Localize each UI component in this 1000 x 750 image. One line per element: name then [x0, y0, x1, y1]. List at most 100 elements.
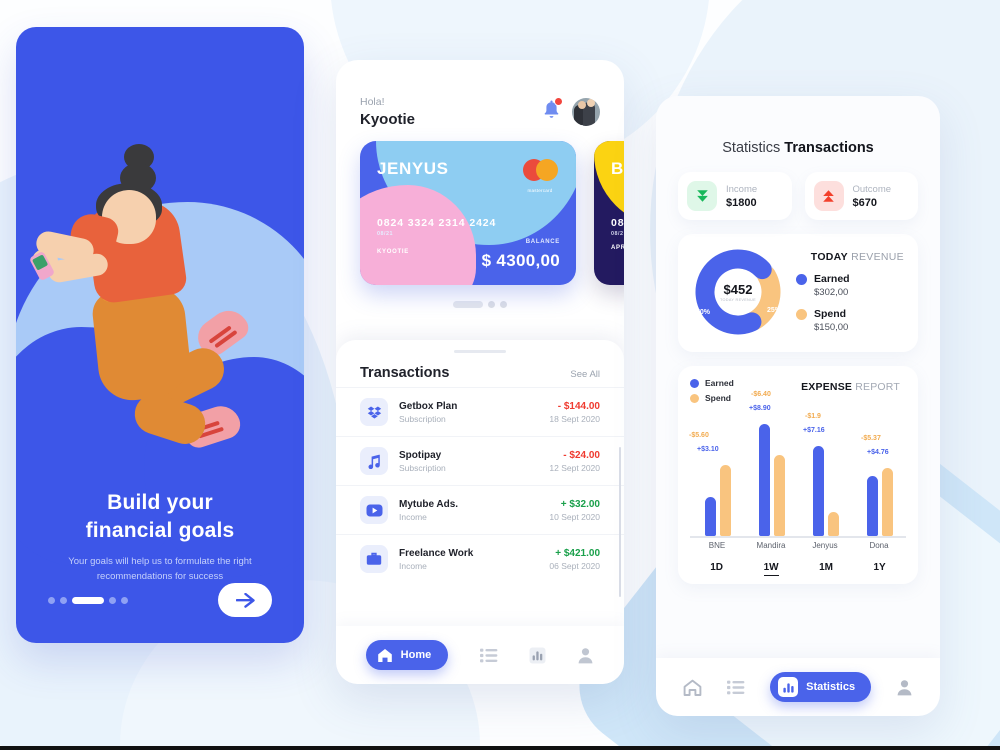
nav-item-list[interactable]	[726, 680, 745, 695]
card-balance-value: $ 4300,00	[481, 251, 560, 270]
table-row[interactable]: Mytube Ads. Income + $32.00 10 Sept 2020	[336, 485, 624, 534]
bar-pair	[759, 423, 785, 536]
bar-spend[interactable]	[828, 512, 839, 536]
range-option-1m[interactable]: 1M	[819, 562, 833, 576]
card-decoration	[594, 141, 624, 227]
cards-carousel[interactable]: JENYUS mastercard 0824 3324 2314 2424 08…	[336, 141, 624, 285]
nav-item-list[interactable]	[479, 648, 498, 663]
transaction-name: Getbox Plan	[399, 400, 458, 412]
page-dot[interactable]	[48, 596, 55, 604]
scrollbar[interactable]	[619, 447, 621, 597]
profile-icon	[897, 679, 912, 695]
transaction-category: Income	[399, 511, 427, 522]
range-option-1d[interactable]: 1D	[710, 562, 723, 576]
outcome-info: Outcome $670	[853, 184, 892, 209]
bar-earned[interactable]	[705, 496, 716, 536]
income-value: $1800	[726, 196, 757, 209]
bank-card-primary[interactable]: JENYUS mastercard 0824 3324 2314 2424 08…	[360, 141, 576, 285]
table-row[interactable]: Getbox Plan Subscription - $144.00 18 Se…	[336, 387, 624, 436]
transaction-date: 10 Sept 2020	[549, 511, 600, 522]
bank-card-secondary[interactable]: B 08 08/2 APR	[594, 141, 624, 285]
transaction-date: 18 Sept 2020	[549, 413, 600, 424]
legend-item-spend: Spend	[690, 393, 734, 403]
onboarding-title-line2: financial goals	[85, 518, 235, 542]
see-all-link[interactable]: See All	[570, 369, 600, 380]
home-icon	[683, 679, 701, 696]
page-dot[interactable]	[109, 596, 116, 604]
design-canvas: Build your financial goals Your goals wi…	[0, 0, 1000, 750]
transaction-name: Spotipay	[399, 449, 442, 461]
carousel-dot[interactable]	[500, 301, 507, 308]
character-pants	[90, 284, 194, 404]
outcome-label: Outcome	[852, 183, 892, 195]
bar-pair	[705, 465, 731, 536]
home-button-active[interactable]: Home	[365, 640, 449, 670]
bar-label-earned: +$3.10	[697, 446, 719, 454]
page-title: Statistics Transactions	[656, 96, 940, 156]
bar-spend[interactable]	[882, 468, 893, 536]
card-number: 0824 3324 2314 2424	[377, 217, 497, 229]
carousel-dot-active[interactable]	[453, 301, 483, 308]
bar-earned[interactable]	[867, 476, 878, 536]
chart-x-labels: BNE Mandira Jenyus Dona	[690, 541, 906, 555]
bottom-navigation: Statistics	[656, 658, 940, 716]
revenue-details: TODAY REVENUE Earned $302,00 Spend $150,…	[784, 251, 904, 333]
transactions-list: Getbox Plan Subscription - $144.00 18 Se…	[336, 387, 624, 597]
bar-pair	[813, 445, 839, 536]
donut-center-sub: TODAY REVENUE	[720, 298, 756, 302]
x-axis-label: Jenyus	[812, 541, 838, 550]
transactions-title: Transactions	[360, 365, 450, 381]
nav-item-profile[interactable]	[896, 679, 913, 696]
transaction-meta: + $32.00 10 Sept 2020	[549, 499, 600, 522]
nav-item-home[interactable]	[683, 679, 702, 696]
nav-item-profile[interactable]	[577, 647, 594, 664]
income-info: Income $1800	[726, 184, 757, 209]
page-dot[interactable]	[121, 596, 128, 604]
summary-cards: Income $1800 Outcome $670	[656, 156, 940, 220]
x-axis-label: Mandira	[756, 541, 786, 550]
briefcase-icon	[360, 545, 388, 573]
onboarding-screen: Build your financial goals Your goals wi…	[16, 27, 304, 643]
nav-item-statistics[interactable]: Statistics	[770, 672, 872, 702]
table-row[interactable]: Freelance Work Income + $421.00 06 Sept …	[336, 534, 624, 583]
carousel-indicator[interactable]	[336, 301, 624, 308]
page-dot[interactable]	[60, 596, 67, 604]
next-button[interactable]	[218, 583, 272, 617]
expense-header: Earned Spend EXPENSE REPORT	[690, 378, 906, 403]
revenue-donut-chart: 70% 25% $452 TODAY REVENUE	[692, 246, 784, 338]
bar-earned[interactable]	[759, 423, 770, 536]
donut-center-label: $452 TODAY REVENUE	[720, 282, 756, 302]
page-indicator[interactable]	[48, 596, 128, 604]
legend-label-spend: Spend	[705, 393, 731, 403]
bar-pair	[867, 468, 893, 536]
bar-spend[interactable]	[774, 455, 785, 536]
page-dot-active[interactable]	[72, 596, 104, 604]
revenue-legend-spend: Spend $150,00	[796, 308, 904, 333]
legend-dot-spend	[690, 393, 699, 403]
expense-report-card: Earned Spend EXPENSE REPORT -$5.60 +$3.10…	[678, 366, 918, 584]
page-title-light: Statistics	[722, 140, 785, 156]
time-range-selector: 1D 1W 1M 1Y	[690, 562, 906, 576]
range-option-1w[interactable]: 1W	[763, 562, 779, 576]
income-card[interactable]: Income $1800	[678, 172, 792, 220]
table-row[interactable]: Spotipay Subscription - $24.00 12 Sept 2…	[336, 436, 624, 485]
notifications-button[interactable]	[542, 96, 563, 125]
bar-label-earned: +$4.76	[867, 449, 889, 457]
card-holder: APR	[611, 245, 624, 251]
statistics-button-active[interactable]: Statistics	[770, 672, 872, 702]
range-option-1y[interactable]: 1Y	[874, 562, 886, 576]
transaction-category: Income	[399, 560, 427, 571]
transaction-name: Mytube Ads.	[399, 498, 459, 510]
expense-bar-chart: -$5.60 +$3.10 -$6.40 +$8.90 -$1.9 +$7.16 -$5.3…	[689, 391, 906, 536]
bar-earned[interactable]	[813, 445, 824, 536]
avatar[interactable]	[572, 98, 600, 126]
music-note-icon	[360, 447, 388, 475]
outcome-card[interactable]: Outcome $670	[804, 172, 918, 220]
bar-spend[interactable]	[720, 465, 731, 536]
carousel-dot[interactable]	[488, 301, 495, 308]
double-arrow-up-icon	[813, 181, 844, 211]
nav-item-statistics[interactable]	[529, 647, 546, 664]
nav-item-home[interactable]: Home	[365, 640, 449, 670]
legend-label-earned: Earned	[814, 273, 850, 285]
transaction-info: Getbox Plan Subscription	[388, 401, 549, 424]
